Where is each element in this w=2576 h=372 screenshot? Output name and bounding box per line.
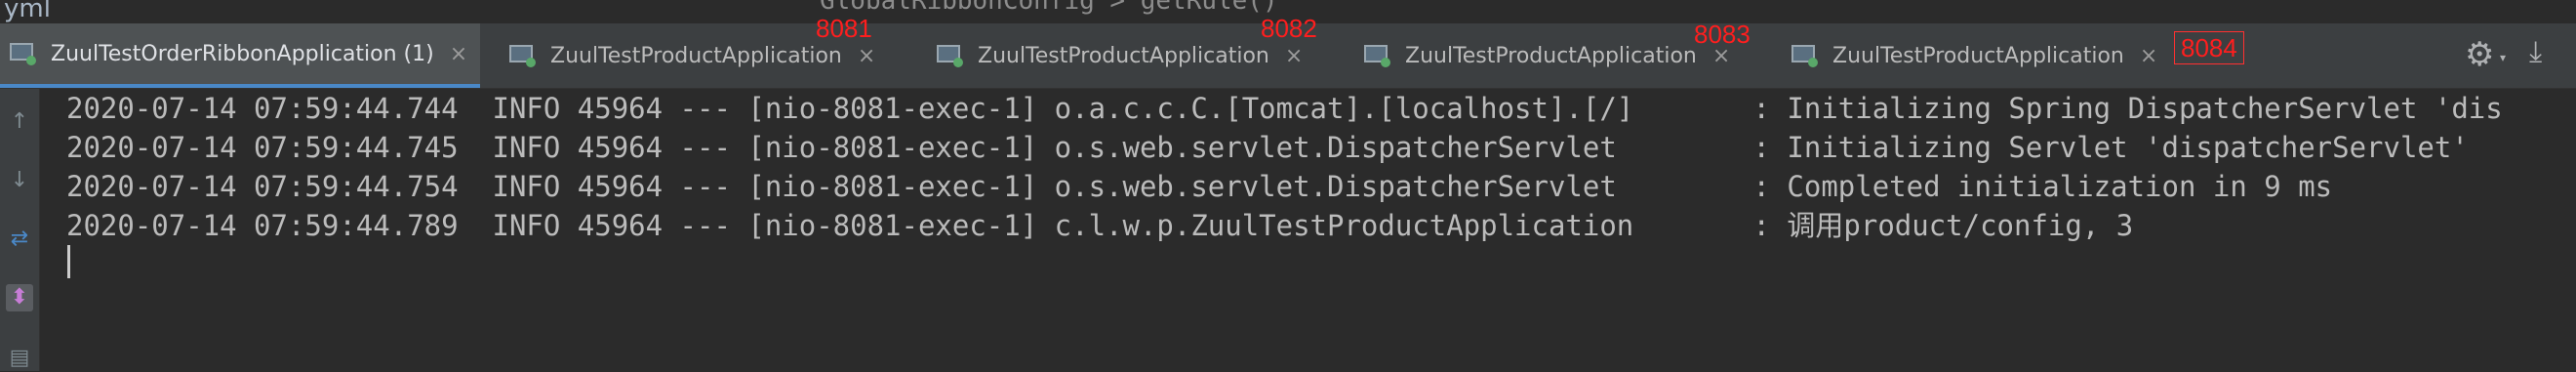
arrow-up-icon[interactable]: ↑ <box>6 108 33 136</box>
tab-label: ZuulTestOrderRibbonApplication (1) <box>51 41 434 66</box>
pin-icon[interactable]: ⬍ <box>6 284 33 311</box>
tab-label: ZuulTestProductApplication <box>550 43 842 68</box>
console-output[interactable]: 2020-07-14 07:59:44.744 INFO 45964 --- [… <box>40 89 2576 371</box>
console-left-toolbar: ↑ ↓ ⇄ ⬍ ▤ <box>0 89 40 371</box>
port-annotation-8084: 8084 <box>2174 31 2244 64</box>
download-icon[interactable]: ⤓ <box>2529 35 2542 69</box>
port-annotation-8082: 8082 <box>1261 14 1317 43</box>
soft-wrap-icon[interactable]: ⇄ <box>6 226 33 253</box>
close-icon[interactable]: × <box>858 44 875 68</box>
close-icon[interactable]: × <box>450 42 467 66</box>
port-annotation-8083: 8083 <box>1694 20 1751 49</box>
tab-label: ZuulTestProductApplication <box>1405 43 1697 68</box>
port-annotation-8081: 8081 <box>816 14 872 43</box>
text-cursor <box>67 245 70 278</box>
log-line: 2020-07-14 07:59:44.789 INFO 45964 --- [… <box>66 209 2134 242</box>
print-icon[interactable]: ▤ <box>6 345 33 372</box>
tab-label: ZuulTestProductApplication <box>978 43 1269 68</box>
tab-label: ZuulTestProductApplication <box>1832 43 2124 68</box>
log-line: 2020-07-14 07:59:44.754 INFO 45964 --- [… <box>66 170 2333 203</box>
run-console-icon <box>1362 41 1391 70</box>
run-console-icon <box>507 41 537 70</box>
arrow-down-icon[interactable]: ↓ <box>6 167 33 194</box>
file-name-fragment: yml <box>4 0 51 23</box>
run-console-icon <box>935 41 964 70</box>
tab-product-app-8084[interactable]: ZuulTestProductApplication × <box>1790 23 2190 88</box>
run-console-icon <box>8 39 37 68</box>
close-icon[interactable]: × <box>2140 44 2157 68</box>
close-icon[interactable]: × <box>1285 44 1303 68</box>
log-line: 2020-07-14 07:59:44.745 INFO 45964 --- [… <box>66 131 2469 164</box>
run-console-icon <box>1790 41 1819 70</box>
gear-icon[interactable]: ⚙ <box>2465 35 2494 74</box>
breadcrumb[interactable]: GlobalRibbonConfig > getRule() <box>820 0 1278 16</box>
chevron-down-icon[interactable]: ▾ <box>2500 51 2506 64</box>
tab-order-ribbon-app[interactable]: ZuulTestOrderRibbonApplication (1) × <box>0 23 480 88</box>
log-line: 2020-07-14 07:59:44.744 INFO 45964 --- [… <box>66 92 2503 125</box>
